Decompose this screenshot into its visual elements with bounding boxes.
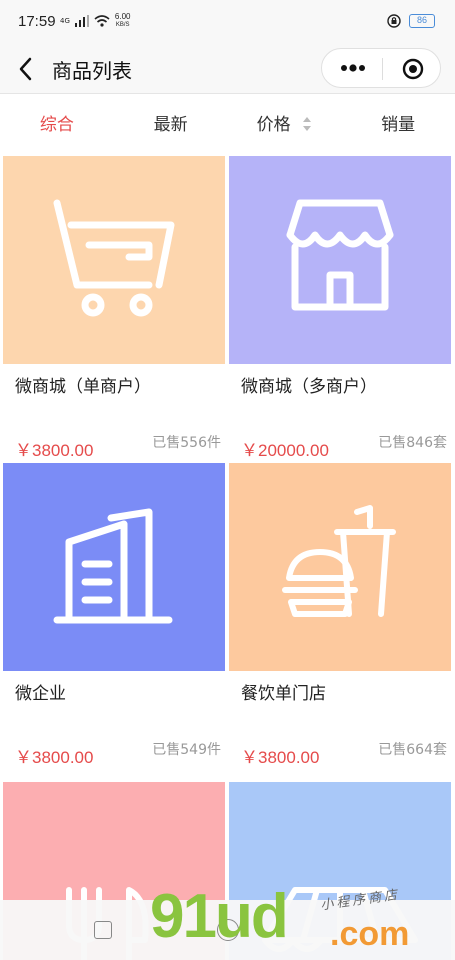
- product-card[interactable]: 微商城（单商户） ￥3800.00 已售556件: [3, 156, 225, 468]
- product-card[interactable]: 微企业 ￥3800.00 已售549件: [3, 463, 225, 775]
- wifi-icon: [94, 15, 110, 27]
- product-image: [3, 156, 225, 364]
- status-time: 17:59: [18, 13, 56, 30]
- tab-label: 销量: [381, 115, 416, 135]
- product-sold-count: 已售664套: [378, 742, 447, 758]
- signal-icon: [74, 15, 89, 27]
- lock-rotation-icon: [387, 14, 401, 28]
- product-card[interactable]: 餐饮单门店 ￥3800.00 已售664套: [229, 463, 451, 775]
- sort-tabs: 综合 最新 价格 销量: [0, 95, 455, 155]
- tab-newest[interactable]: 最新: [114, 95, 228, 155]
- product-image: [229, 156, 451, 364]
- tab-label: 价格: [256, 115, 291, 135]
- speed-value: 6.00: [114, 12, 131, 21]
- product-name: 微商城（单商户）: [15, 377, 151, 397]
- tab-price[interactable]: 价格: [228, 95, 342, 155]
- product-meta: ￥3800.00 已售664套: [229, 735, 451, 775]
- tab-sales[interactable]: 销量: [341, 95, 455, 155]
- product-card[interactable]: 微商城（多商户） ￥20000.00 已售846套: [229, 156, 451, 468]
- product-price: ￥3800.00: [15, 441, 94, 460]
- product-price: ￥3800.00: [241, 748, 320, 767]
- watermark-main: 91ud: [150, 882, 289, 951]
- speed-unit: KB/S: [115, 22, 130, 28]
- watermark-domain: .com: [330, 915, 410, 953]
- status-indicators: 4G 6.00 KB/S: [60, 13, 130, 29]
- network-label: 4G: [60, 17, 70, 25]
- nav-bar: 商品列表: [0, 44, 455, 94]
- watermark-logo: 91ud 小程序商店 .com: [150, 875, 450, 960]
- product-meta: ￥20000.00 已售846套: [229, 428, 451, 468]
- status-bar: 17:59 4G 6.00 KB/S 86: [0, 0, 455, 44]
- mini-program-capsule: [321, 48, 441, 88]
- chevron-left-icon[interactable]: [14, 54, 38, 84]
- tab-comprehensive[interactable]: 综合: [0, 95, 114, 155]
- page-title: 商品列表: [52, 59, 132, 83]
- product-sold-count: 已售556件: [152, 435, 221, 451]
- recent-apps-button[interactable]: [94, 921, 112, 939]
- storefront-icon: [286, 199, 394, 311]
- target-close-icon[interactable]: [402, 58, 424, 80]
- product-sold-count: 已售549件: [152, 742, 221, 758]
- product-price: ￥20000.00: [241, 441, 329, 460]
- network-speed: 6.00 KB/S: [115, 13, 131, 29]
- product-meta: ￥3800.00 已售556件: [3, 428, 225, 468]
- battery-indicator: 86: [409, 14, 435, 28]
- status-right: 86: [387, 14, 435, 28]
- product-image: [3, 463, 225, 671]
- watermark-sub: 小程序商店: [319, 887, 401, 914]
- tab-label: 综合: [39, 115, 74, 135]
- tab-label: 最新: [153, 115, 188, 135]
- product-sold-count: 已售846套: [378, 435, 447, 451]
- office-building-icon: [53, 508, 173, 624]
- product-name: 微企业: [15, 684, 66, 704]
- product-image: [229, 463, 451, 671]
- product-name: 餐饮单门店: [241, 684, 326, 704]
- product-price: ￥3800.00: [15, 748, 94, 767]
- burger-drink-icon: [282, 505, 396, 617]
- product-meta: ￥3800.00 已售549件: [3, 735, 225, 775]
- product-name: 微商城（多商户）: [241, 377, 377, 397]
- shopping-cart-icon: [53, 199, 175, 317]
- capsule-divider: [382, 58, 383, 80]
- sort-arrows-icon: [303, 117, 312, 131]
- more-dots-icon[interactable]: [340, 61, 366, 75]
